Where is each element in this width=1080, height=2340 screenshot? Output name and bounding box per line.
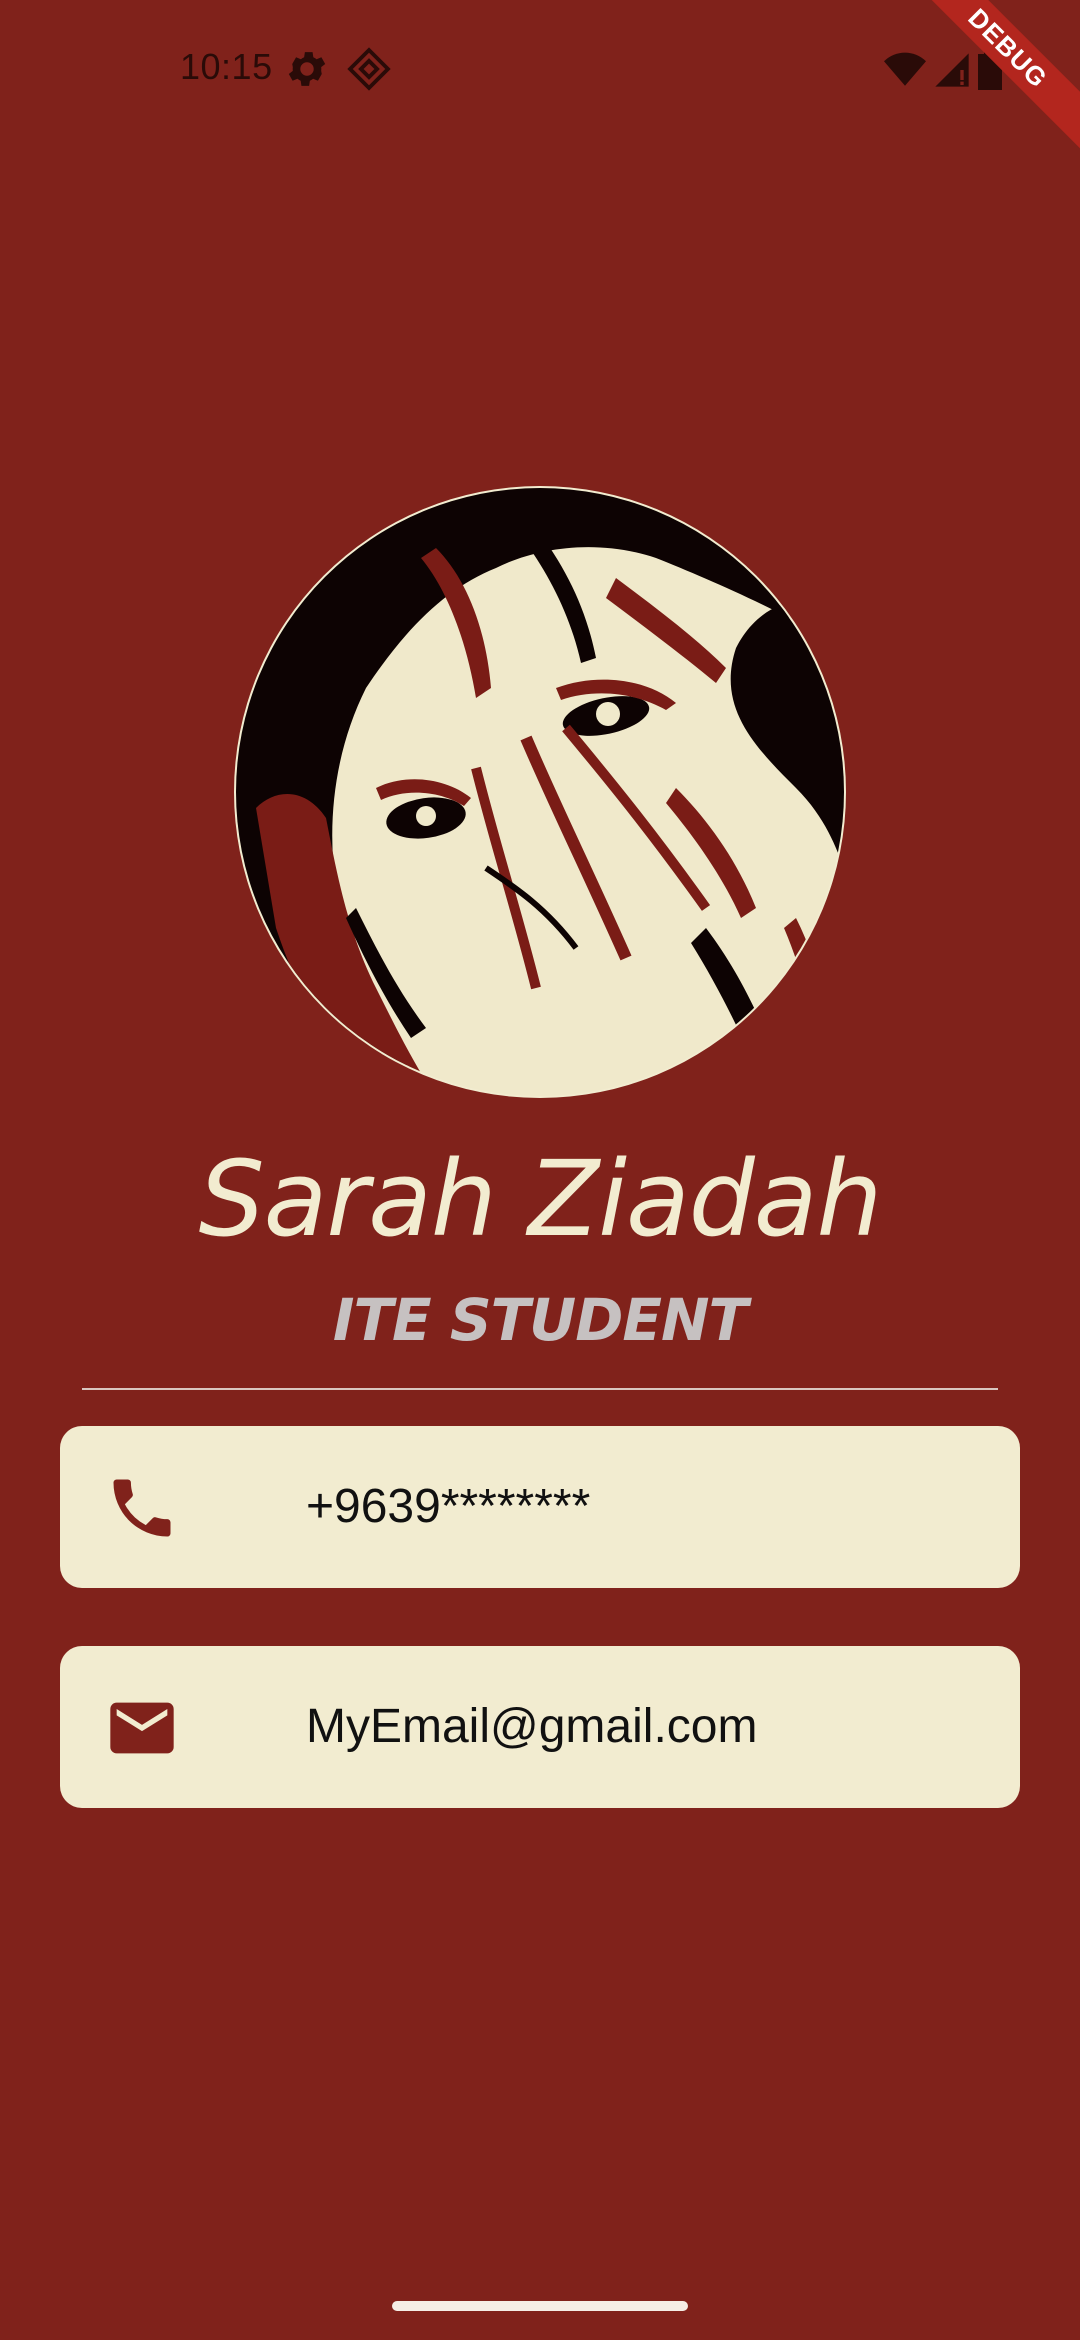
phone-card[interactable]: +9639******** <box>60 1426 1020 1588</box>
email-card[interactable]: MyEmail@gmail.com <box>60 1646 1020 1808</box>
avatar <box>236 488 844 1096</box>
home-indicator[interactable] <box>392 2301 688 2311</box>
profile-photo <box>236 488 844 1096</box>
wifi-icon <box>884 52 926 86</box>
profile-name: Sarah Ziadah <box>198 1138 883 1260</box>
profile-title: ITE STUDENT <box>332 1286 748 1354</box>
divider <box>82 1388 998 1390</box>
status-time: 10:15 <box>180 46 273 87</box>
phone-number: +9639******** <box>306 1480 591 1533</box>
debug-diamond-icon <box>347 47 391 91</box>
email-icon <box>110 1702 174 1754</box>
status-icons-right <box>884 48 1002 92</box>
email-address: MyEmail@gmail.com <box>306 1700 758 1753</box>
signal-icon <box>935 53 969 87</box>
settings-icon <box>288 52 326 86</box>
phone-icon <box>113 1479 171 1537</box>
